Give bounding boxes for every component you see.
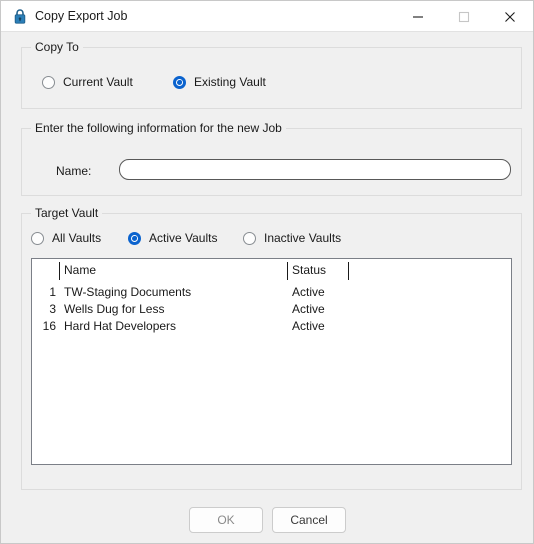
column-header-name[interactable]: Name — [64, 263, 96, 277]
column-divider[interactable] — [348, 262, 349, 280]
new-job-legend: Enter the following information for the … — [31, 121, 286, 135]
radio-all-vaults[interactable]: All Vaults — [31, 231, 101, 245]
radio-existing-vault-label: Existing Vault — [194, 75, 266, 89]
vault-id: 1 — [49, 285, 56, 299]
table-row[interactable]: 16 Hard Hat Developers Active — [32, 319, 511, 336]
radio-all-vaults-label: All Vaults — [52, 231, 102, 245]
cancel-button[interactable]: Cancel — [272, 507, 346, 533]
radio-active-vaults-label: Active Vaults — [149, 231, 218, 245]
vault-table[interactable]: Name Status 1 TW-Staging Documents Active 3… — [31, 258, 512, 465]
lock-icon — [12, 8, 28, 25]
name-label: Name: — [56, 164, 92, 178]
radio-dot — [177, 80, 182, 84]
table-row[interactable]: 1 TW-Staging Documents Active — [32, 285, 511, 302]
table-row[interactable]: 3 Wells Dug for Less Active — [32, 302, 511, 319]
radio-inactive-vaults-label: Inactive Vaults — [264, 231, 342, 245]
title-bar: Copy Export Job — [1, 1, 533, 32]
vault-status: Active — [292, 319, 325, 333]
window-title: Copy Export Job — [35, 9, 128, 23]
name-input[interactable] — [119, 159, 511, 180]
radio-unchecked-icon — [42, 75, 55, 89]
radio-unchecked-icon — [243, 231, 256, 245]
radio-unchecked-icon — [31, 231, 44, 245]
vault-name: Hard Hat Developers — [64, 319, 177, 333]
radio-inactive-vaults[interactable]: Inactive Vaults — [243, 231, 341, 245]
vault-name: Wells Dug for Less — [64, 302, 165, 316]
maximize-button[interactable] — [441, 1, 487, 32]
vault-name: TW-Staging Documents — [64, 285, 192, 299]
radio-checked-icon — [173, 75, 186, 89]
ok-button[interactable]: OK — [189, 507, 263, 533]
close-button[interactable] — [487, 1, 533, 32]
radio-active-vaults[interactable]: Active Vaults — [128, 231, 217, 245]
close-icon — [505, 11, 515, 22]
radio-current-vault-label: Current Vault — [63, 75, 133, 89]
radio-existing-vault[interactable]: Existing Vault — [173, 75, 266, 89]
copy-export-job-dialog: Copy Export Job Copy To Current Vault Ex… — [0, 0, 534, 544]
vault-id: 16 — [42, 319, 56, 333]
radio-dot — [132, 236, 137, 240]
minimize-button[interactable] — [395, 1, 441, 32]
column-header-status[interactable]: Status — [292, 263, 326, 277]
column-divider[interactable] — [59, 262, 60, 280]
maximize-icon — [458, 11, 470, 22]
minimize-icon — [413, 15, 423, 18]
target-vault-legend: Target Vault — [31, 206, 103, 220]
copy-to-legend: Copy To — [31, 40, 83, 54]
vault-status: Active — [292, 302, 325, 316]
vault-table-grid: Name Status 1 TW-Staging Documents Active 3… — [32, 259, 511, 464]
column-divider[interactable] — [287, 262, 288, 280]
radio-checked-icon — [128, 231, 141, 245]
vault-id: 3 — [49, 302, 56, 316]
vault-status: Active — [292, 285, 325, 299]
radio-current-vault[interactable]: Current Vault — [42, 75, 133, 89]
